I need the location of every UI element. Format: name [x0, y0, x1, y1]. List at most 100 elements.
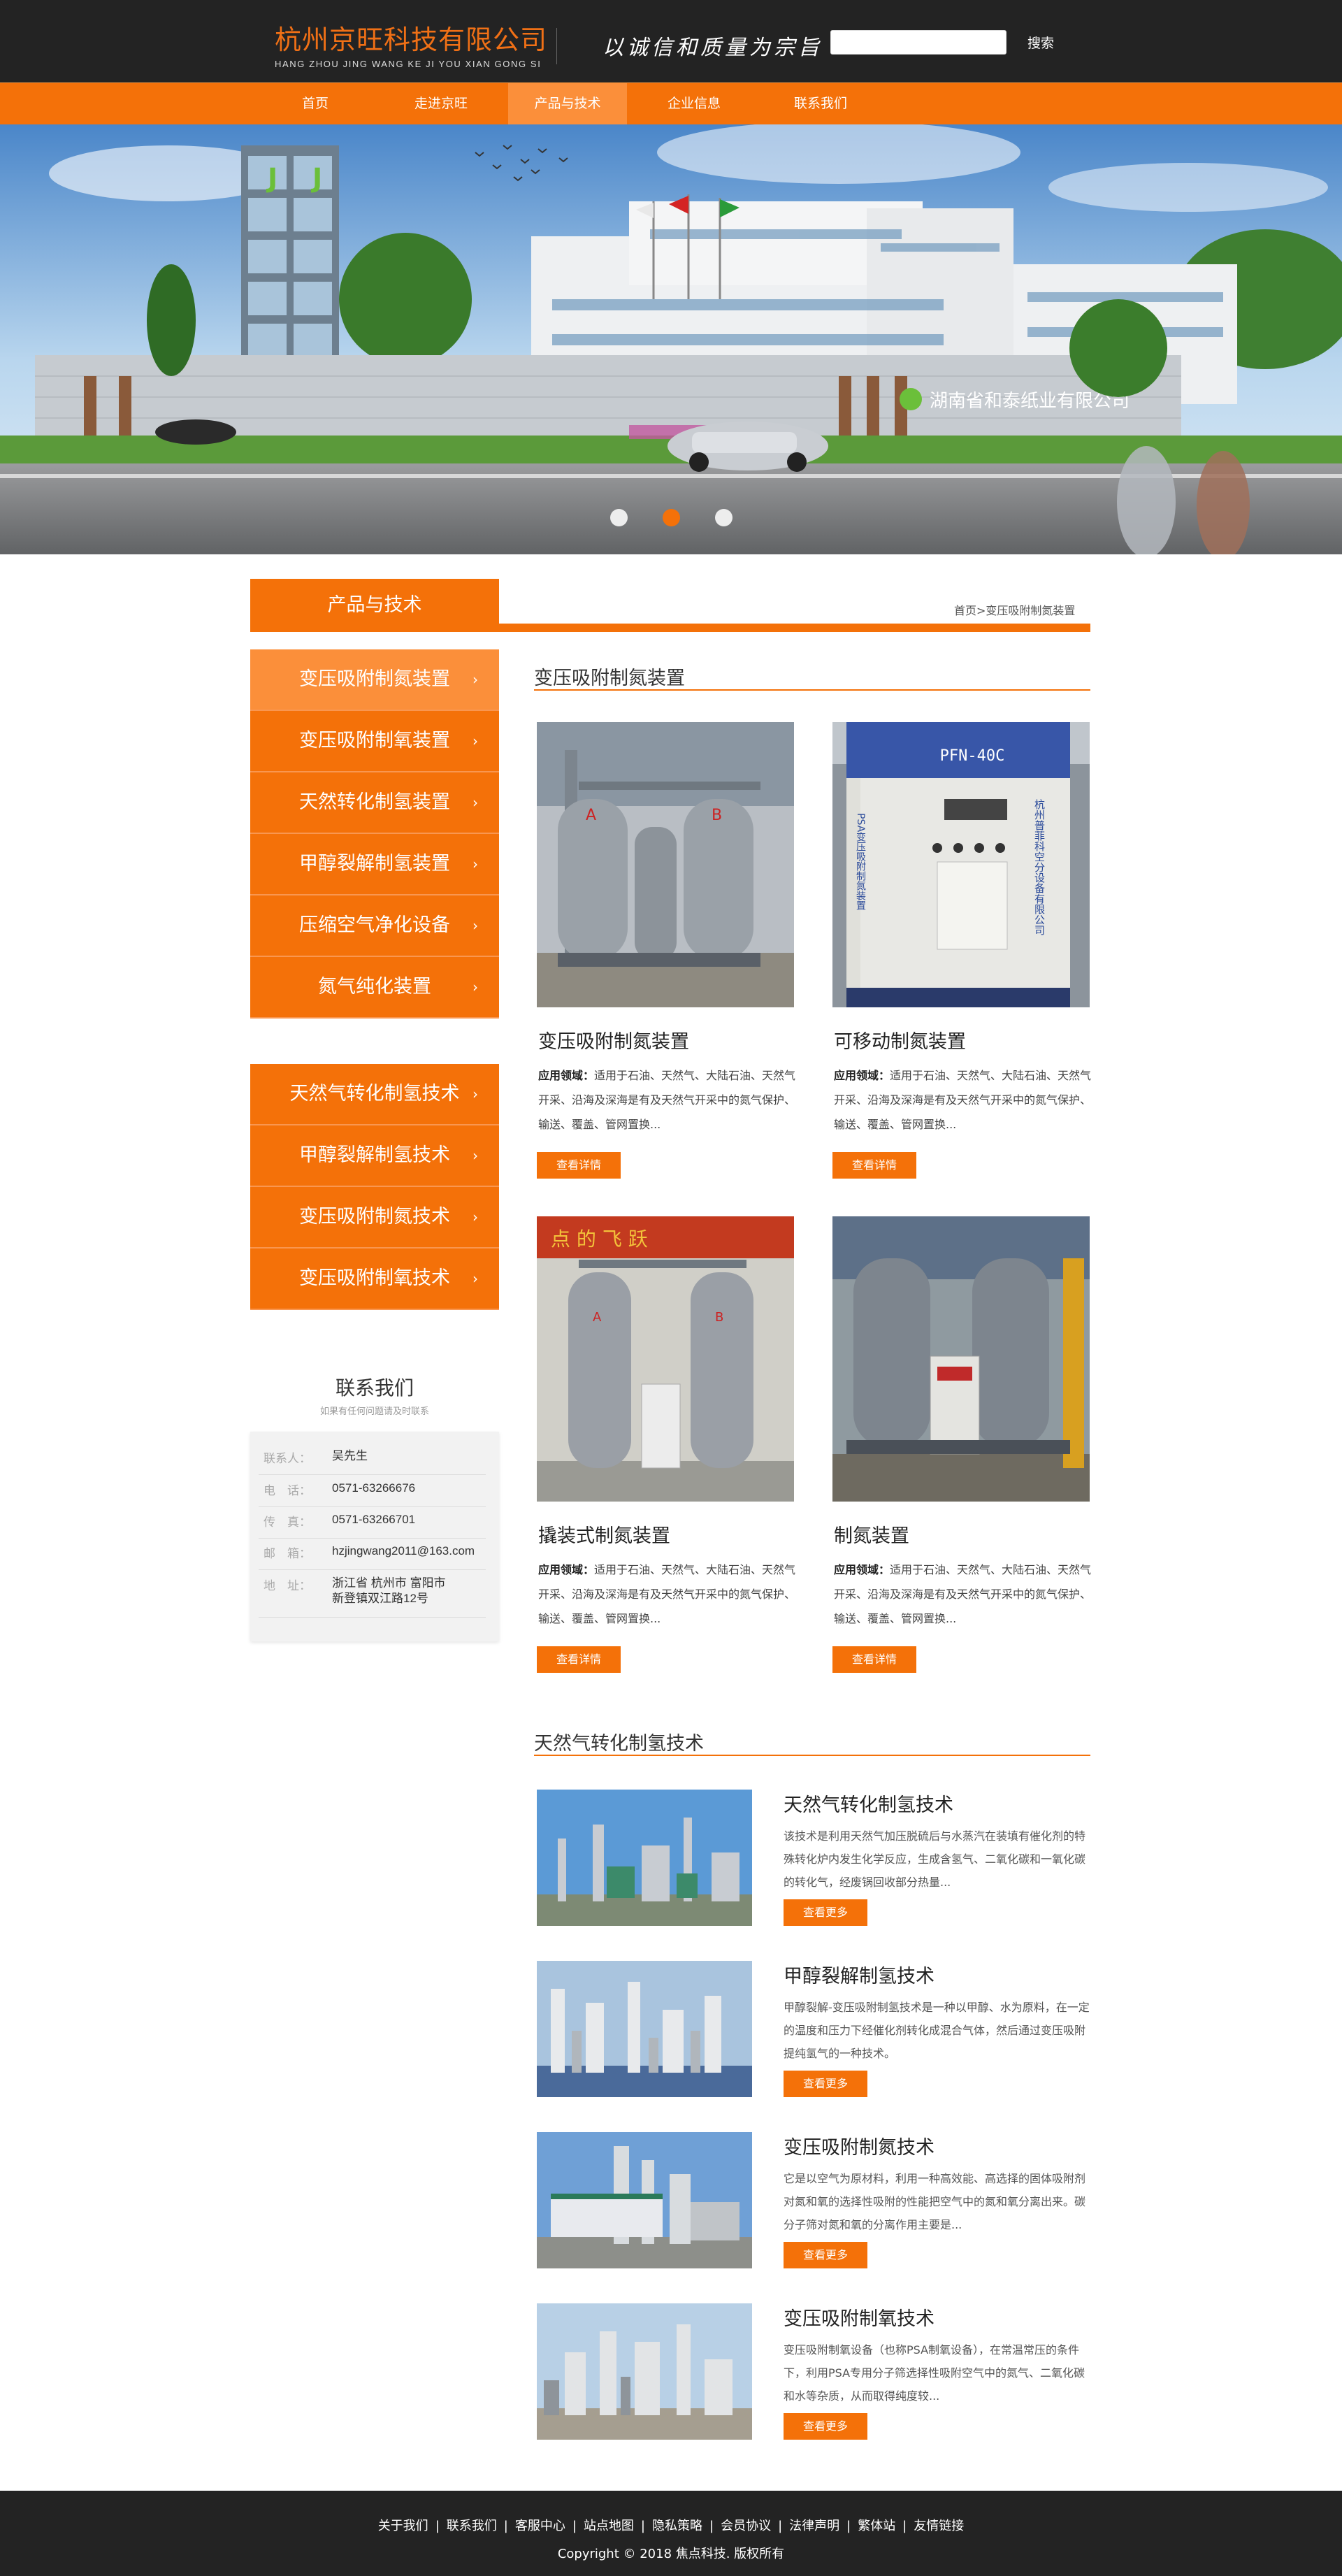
product-name[interactable]: 可移动制氮装置 [834, 1026, 966, 1053]
svg-text:A: A [593, 1310, 602, 1325]
tech-name[interactable]: 甲醇裂解制氢技术 [784, 1961, 935, 1988]
footer-link-legal[interactable]: 法律声明 [782, 2519, 846, 2533]
slide-dot-3[interactable] [715, 509, 733, 526]
footer-link-sitemap[interactable]: 站点地图 [577, 2519, 641, 2533]
tech-name[interactable]: 变压吸附制氧技术 [784, 2303, 935, 2331]
tech-item: 变压吸附制氧技术 变压吸附制氧设备（也称PSA制氧设备），在常温常压的条件下，利… [537, 2303, 1090, 2443]
company-logo-name[interactable]: 杭州京旺科技有限公司 [275, 18, 547, 57]
chevron-right-icon: › [472, 1270, 478, 1287]
tech-name[interactable]: 天然气转化制氢技术 [784, 1790, 953, 1817]
view-more-button[interactable]: 查看更多 [784, 2071, 867, 2097]
search-button[interactable]: 搜索 [1027, 31, 1054, 52]
chevron-right-icon: › [472, 917, 478, 934]
sidebar-item-tech-nitrogen[interactable]: 变压吸附制氮技术 › [250, 1187, 499, 1249]
header-divider [556, 28, 557, 64]
contact-value: 吴先生 [332, 1449, 368, 1462]
footer-link-privacy[interactable]: 隐私策略 [645, 2519, 709, 2533]
contact-label: 邮 箱： [264, 1547, 311, 1560]
view-details-button[interactable]: 查看详情 [832, 1152, 916, 1179]
search-input[interactable] [830, 30, 1006, 55]
contact-value[interactable]: hzjingwang2011@163.com [332, 1544, 475, 1559]
sidebar-item-tech-natural-gas[interactable]: 天然气转化制氢技术 › [250, 1064, 499, 1125]
wall-banner-text: 点 的 飞 跃 [551, 1228, 648, 1251]
nav-home[interactable]: 首页 [256, 83, 375, 124]
contact-label: 地 址： [264, 1579, 311, 1592]
product-name[interactable]: 撬装式制氮装置 [538, 1520, 670, 1548]
tech-image[interactable] [537, 2132, 752, 2268]
breadcrumb-home[interactable]: 首页 [954, 604, 976, 617]
factory-illustration: J J 湖南省和泰纸业有限公司 [0, 124, 1342, 554]
footer-link-contact[interactable]: 联系我们 [440, 2519, 504, 2533]
sidebar-item-natural-gas-hydrogen[interactable]: 天然转化制氢装置 › [250, 772, 499, 834]
footer-links: 关于我们 | 联系我们 | 客服中心 | 站点地图 | 隐私策略 | 会员协议 | 法律声明 | 繁体站 | 友… [0, 2516, 1342, 2534]
contact-subtitle: 如果有任何问题请及时联系 [319, 1406, 429, 1416]
product-description: 应用领域：适用于石油、天然气、大陆石油、天然气开采、沿海及深海是有及天然气开采中… [834, 1563, 1092, 1625]
view-details-button[interactable]: 查看详情 [832, 1646, 916, 1673]
sidebar-item-label: 变压吸附制氧装置 [299, 730, 450, 751]
tech-image[interactable] [537, 1961, 752, 2097]
site-footer: 关于我们 | 联系我们 | 客服中心 | 站点地图 | 隐私策略 | 会员协议 | 法律声明 | 繁体站 | 友… [0, 2491, 1342, 2576]
sidebar-item-label: 甲醇裂解制氢技术 [299, 1144, 450, 1166]
sidebar-item-tech-methanol[interactable]: 甲醇裂解制氢技术 › [250, 1125, 499, 1187]
view-details-button[interactable]: 查看详情 [537, 1646, 621, 1673]
banner-sign-text: 湖南省和泰纸业有限公司 [930, 391, 1130, 412]
sidebar-item-label: 变压吸附制氮技术 [299, 1206, 450, 1228]
product-image[interactable]: A B [537, 722, 794, 1007]
technology-heading: 天然气转化制氢技术 [534, 1728, 1090, 1756]
view-more-button[interactable]: 查看更多 [784, 1899, 867, 1926]
footer-separator: | [503, 2519, 508, 2533]
product-image[interactable]: PFN-40C PSA变压吸附制氮装置 杭州普菲科空分设备有限公司 [832, 722, 1090, 1007]
breadcrumb-separator: > [976, 604, 986, 617]
main-nav: 首页 走进京旺 产品与技术 企业信息 联系我们 [0, 82, 1342, 124]
sidebar-item-air-purification[interactable]: 压缩空气净化设备 › [250, 895, 499, 957]
tech-name[interactable]: 变压吸附制氮技术 [784, 2132, 935, 2159]
sidebar-item-psa-oxygen[interactable]: 变压吸附制氧装置 › [250, 711, 499, 772]
footer-link-friends[interactable]: 友情链接 [907, 2519, 971, 2533]
nav-about[interactable]: 走进京旺 [382, 83, 500, 124]
slide-dot-2[interactable] [663, 509, 680, 526]
chevron-right-icon: › [472, 671, 478, 688]
view-more-button[interactable]: 查看更多 [784, 2413, 867, 2440]
sidebar-item-psa-nitrogen[interactable]: 变压吸附制氮装置 › [250, 649, 499, 711]
breadcrumb-current[interactable]: 变压吸附制氮装置 [986, 604, 1075, 617]
machine-front-text: PSA变压吸附制氮装置 [855, 813, 866, 910]
sidebar-item-tech-oxygen[interactable]: 变压吸附制氧技术 › [250, 1249, 499, 1310]
product-name[interactable]: 变压吸附制氮装置 [538, 1026, 689, 1053]
sidebar-item-label: 天然气转化制氢技术 [289, 1083, 460, 1104]
breadcrumb: 首页>变压吸附制氮装置 [954, 601, 1075, 618]
footer-link-traditional[interactable]: 繁体站 [851, 2519, 902, 2533]
nav-company-info[interactable]: 企业信息 [635, 83, 753, 124]
top-header: 杭州京旺科技有限公司 HANG ZHOU JING WANG KE JI YOU… [0, 0, 1342, 82]
svg-text:A: A [586, 807, 596, 824]
sidebar-item-methanol-hydrogen[interactable]: 甲醇裂解制氢装置 › [250, 834, 499, 895]
footer-link-service[interactable]: 客服中心 [508, 2519, 572, 2533]
sidebar-item-nitrogen-purification[interactable]: 氮气纯化装置 › [250, 957, 499, 1019]
contact-label: 传 真： [264, 1516, 311, 1529]
view-details-button[interactable]: 查看详情 [537, 1152, 621, 1179]
contact-value: 0571-63266676 [332, 1481, 416, 1495]
contact-value: 0571-63266701 [332, 1513, 416, 1526]
contact-row-email: 邮 箱： hzjingwang2011@163.com [259, 1544, 486, 1570]
footer-link-about[interactable]: 关于我们 [371, 2519, 435, 2533]
tech-description: 变压吸附制氧设备（也称PSA制氧设备），在常温常压的条件下，利用PSA专用分子筛… [784, 2343, 1085, 2403]
machine-model-label: PFN-40C [940, 747, 1005, 765]
sidebar-item-label: 变压吸附制氧技术 [299, 1267, 450, 1289]
product-name[interactable]: 制氮装置 [834, 1520, 909, 1548]
nav-contact[interactable]: 联系我们 [761, 83, 880, 124]
footer-link-membership[interactable]: 会员协议 [714, 2519, 778, 2533]
product-description: 应用领域：适用于石油、天然气、大陆石油、天然气开采、沿海及深海是有及天然气开采中… [834, 1069, 1092, 1131]
view-more-button[interactable]: 查看更多 [784, 2242, 867, 2268]
product-menu: 变压吸附制氮装置 › 变压吸附制氧装置 › 天然转化制氢装置 › 甲醇裂解制氢装置 › … [250, 649, 499, 1019]
product-image[interactable]: 点 的 飞 跃 A B [537, 1216, 794, 1502]
tech-image[interactable] [537, 2303, 752, 2440]
product-image[interactable] [832, 1216, 1090, 1502]
tech-description: 甲醇裂解-变压吸附制氢技术是一种以甲醇、水为原料，在一定的温度和压力下经催化剂转… [784, 2001, 1090, 2060]
chevron-right-icon: › [472, 979, 478, 995]
chevron-right-icon: › [472, 1086, 478, 1102]
company-logo-pinyin: HANG ZHOU JING WANG KE JI YOU XIAN GONG … [275, 59, 542, 69]
product-card: PFN-40C PSA变压吸附制氮装置 杭州普菲科空分设备有限公司 可移动制氮装… [832, 722, 1092, 1183]
contact-row-address: 地 址： 浙江省 杭州市 富阳市 新登镇双江路12号 [259, 1576, 486, 1618]
slide-dot-1[interactable] [610, 509, 628, 526]
nav-products[interactable]: 产品与技术 [508, 83, 627, 124]
tech-image[interactable] [537, 1790, 752, 1926]
